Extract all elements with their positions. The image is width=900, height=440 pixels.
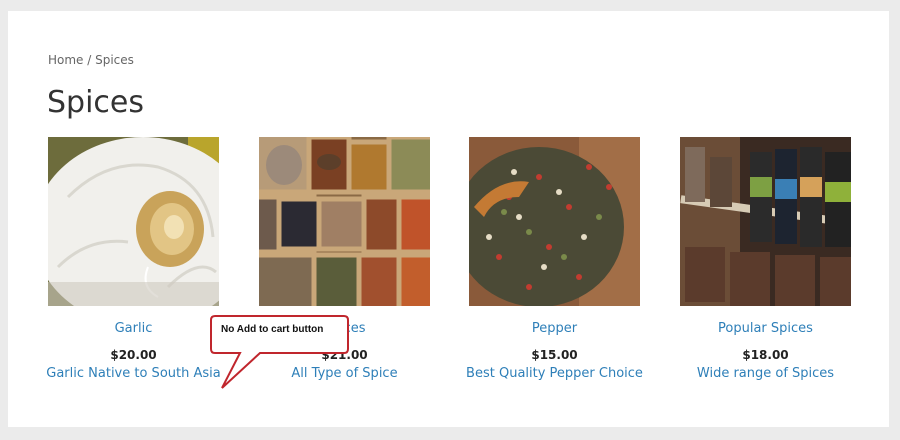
product-image-pepper[interactable] — [469, 137, 640, 306]
breadcrumb-home-link[interactable]: Home — [48, 53, 83, 67]
product-description-garlic[interactable]: Garlic Native to South Asia — [28, 366, 239, 381]
product-card-pepper: Pepper $15.00 Best Quality Pepper Choice — [466, 137, 643, 381]
product-price-garlic: $20.00 — [110, 348, 157, 362]
product-card-spices: Spices $21.00 All Type of Spice — [259, 137, 430, 381]
product-price-popular-spices: $18.00 — [742, 348, 789, 362]
product-image-garlic[interactable] — [48, 137, 219, 306]
product-price-spices: $21.00 — [321, 348, 368, 362]
product-name-pepper[interactable]: Pepper — [469, 321, 640, 336]
product-image-popular-spices[interactable] — [680, 137, 851, 306]
product-name-popular-spices[interactable]: Popular Spices — [680, 321, 851, 336]
product-price-pepper: $15.00 — [531, 348, 578, 362]
breadcrumb-current: Spices — [95, 53, 134, 67]
product-description-popular-spices[interactable]: Wide range of Spices — [660, 366, 871, 381]
product-description-spices[interactable]: All Type of Spice — [239, 366, 450, 381]
annotation-text: No Add to cart button — [221, 324, 324, 335]
breadcrumb: Home / Spices — [48, 53, 134, 67]
product-image-spices[interactable] — [259, 137, 430, 306]
product-name-garlic[interactable]: Garlic — [48, 321, 219, 336]
product-description-pepper[interactable]: Best Quality Pepper Choice — [449, 366, 660, 381]
product-card-popular-spices: Popular Spices $18.00 Wide range of Spic… — [680, 137, 851, 381]
breadcrumb-separator: / — [83, 53, 96, 67]
product-card-garlic: Garlic $20.00 Garlic Native to South Asi… — [46, 137, 221, 381]
page-title: Spices — [47, 85, 145, 120]
content-card: Home / Spices Spices Garlic $20.00 Garli… — [8, 11, 889, 427]
